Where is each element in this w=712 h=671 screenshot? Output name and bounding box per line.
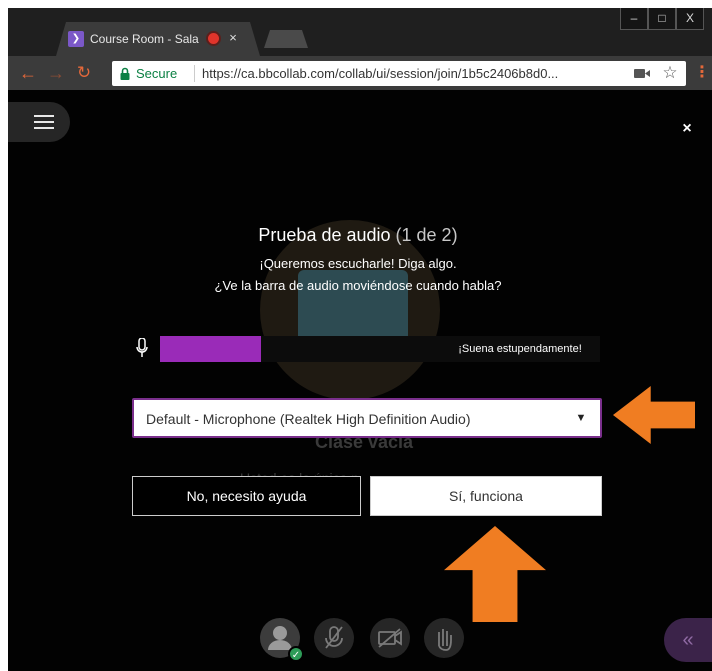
- chevron-down-icon: ▼: [575, 412, 587, 424]
- audio-level-meter: [160, 336, 440, 362]
- url-text[interactable]: https://ca.bbcollab.com/collab/ui/sessio…: [202, 65, 622, 82]
- session-menu-button[interactable]: [8, 102, 70, 142]
- yes-works-button[interactable]: Sí, funciona: [370, 476, 602, 516]
- bookmark-star-icon[interactable]: ☆: [660, 63, 680, 83]
- camera-off-icon: [378, 628, 402, 648]
- audio-test-instruction-2: ¿Ve la barra de audio moviéndose cuando …: [214, 278, 502, 293]
- status-check-icon: ✓: [288, 646, 304, 662]
- collaborate-panel-toggle[interactable]: «: [664, 618, 712, 662]
- hamburger-line: [34, 115, 54, 117]
- hand-icon: [438, 629, 452, 651]
- address-bar[interactable]: Secure https://ca.bbcollab.com/collab/ui…: [112, 61, 686, 86]
- microphone-select[interactable]: Default - Microphone (Realtek High Defin…: [132, 398, 602, 438]
- browser-window: ❯ Course Room - Sala d × – □ X ← → ↻ Sec…: [8, 8, 712, 671]
- maximize-button[interactable]: □: [648, 8, 676, 30]
- microphone-toggle-button[interactable]: [314, 618, 354, 658]
- tab-close-icon[interactable]: ×: [226, 30, 240, 46]
- microphone-icon: [136, 338, 148, 357]
- window-controls: – □ X: [620, 8, 710, 30]
- avatar-button[interactable]: ✓: [260, 618, 304, 662]
- close-icon[interactable]: ×: [678, 120, 696, 138]
- back-button[interactable]: ←: [18, 62, 38, 84]
- audio-test-instruction-1: ¡Queremos escucharle! Diga algo.: [259, 256, 457, 271]
- title-bar: ❯ Course Room - Sala d × – □ X: [8, 8, 712, 56]
- audio-level-fill: [160, 336, 261, 362]
- recording-indicator-icon: [208, 33, 219, 44]
- forward-button[interactable]: →: [46, 62, 66, 84]
- secure-label: Secure: [136, 66, 178, 81]
- reload-button[interactable]: ↻: [74, 62, 94, 84]
- browser-toolbar: ← → ↻ Secure https://ca.bbcollab.com/col…: [8, 56, 712, 90]
- microphone-muted-icon: [325, 626, 343, 649]
- collaborate-favicon-icon: ❯: [68, 31, 84, 47]
- orange-arrow-up-icon: [444, 526, 546, 622]
- hamburger-line: [34, 127, 54, 129]
- raise-hand-button[interactable]: [424, 618, 464, 658]
- orange-arrow-left-icon: [613, 386, 695, 444]
- microphone-select-value: Default - Microphone (Realtek High Defin…: [146, 411, 471, 427]
- camera-icon[interactable]: [634, 68, 650, 79]
- new-tab-button[interactable]: [264, 30, 308, 48]
- browser-tab[interactable]: ❯ Course Room - Sala d ×: [56, 22, 260, 56]
- camera-toggle-button[interactable]: [370, 618, 410, 658]
- minimize-button[interactable]: –: [620, 8, 648, 30]
- tab-title: Course Room - Sala d: [90, 32, 200, 46]
- close-window-button[interactable]: X: [676, 8, 704, 30]
- need-help-button[interactable]: No, necesito ayuda: [132, 476, 361, 516]
- audio-test-title: Prueba de audio: [258, 225, 391, 245]
- lock-icon: [120, 67, 130, 80]
- audio-level-status: ¡Suena estupendamente!: [440, 336, 600, 362]
- hamburger-line: [34, 121, 54, 123]
- audio-test-heading: Prueba de audio (1 de 2): [208, 222, 508, 248]
- browser-menu-icon[interactable]: ⋮: [694, 62, 710, 84]
- collaborate-session-page: × Clase vacía Usted es la única p Prueba…: [8, 90, 712, 671]
- url-separator: [194, 65, 195, 82]
- audio-test-step: (1 de 2): [395, 225, 458, 245]
